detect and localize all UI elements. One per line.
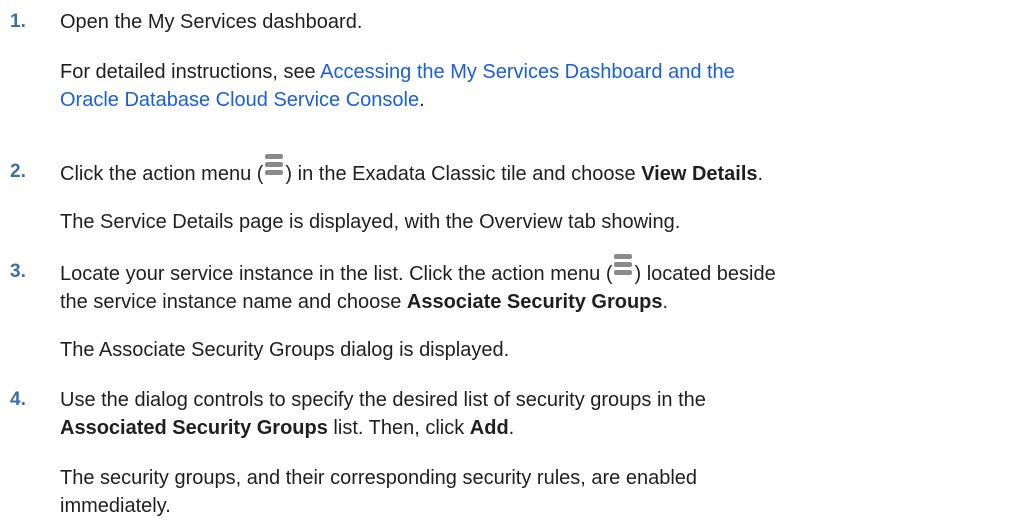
step-3-result: The Associate Security Groups dialog is … [60, 339, 510, 361]
step-number: 4. [10, 389, 26, 410]
step-text: Click the action menu () in the Exadata … [60, 154, 1005, 188]
step-text: Locate your service instance in the list… [60, 254, 1005, 316]
step-text: Use the dialog controls to specify the d… [60, 389, 706, 439]
view-details-label: View Details [641, 163, 758, 185]
step-number: 3. [10, 261, 26, 282]
step-2-result: The Service Details page is displayed, w… [60, 211, 681, 233]
procedure-document: 1. Open the My Services dashboard. For d… [0, 0, 1018, 525]
detail-prefix: For detailed instructions, see [60, 61, 321, 83]
step-text: Open the My Services dashboard. [60, 11, 363, 33]
hamburger-menu-icon [264, 154, 284, 184]
associate-security-groups-label: Associate Security Groups [406, 291, 663, 313]
step-number: 1. [10, 11, 26, 32]
accessing-dashboard-link[interactable]: Accessing the My Services Dashboard and … [320, 61, 735, 83]
step-number: 2. [10, 161, 26, 182]
associated-security-groups-label: Associated Security Groups [60, 417, 328, 439]
add-label: Add [469, 417, 509, 439]
detail-suffix: . [419, 89, 425, 111]
hamburger-menu-icon [613, 254, 633, 284]
accessing-dashboard-link-continued[interactable]: Oracle Database Cloud Service Console [60, 89, 419, 111]
step-1-detail: For detailed instructions, see Accessing… [60, 58, 1005, 114]
step-4-result: The security groups, and their correspon… [60, 467, 698, 517]
